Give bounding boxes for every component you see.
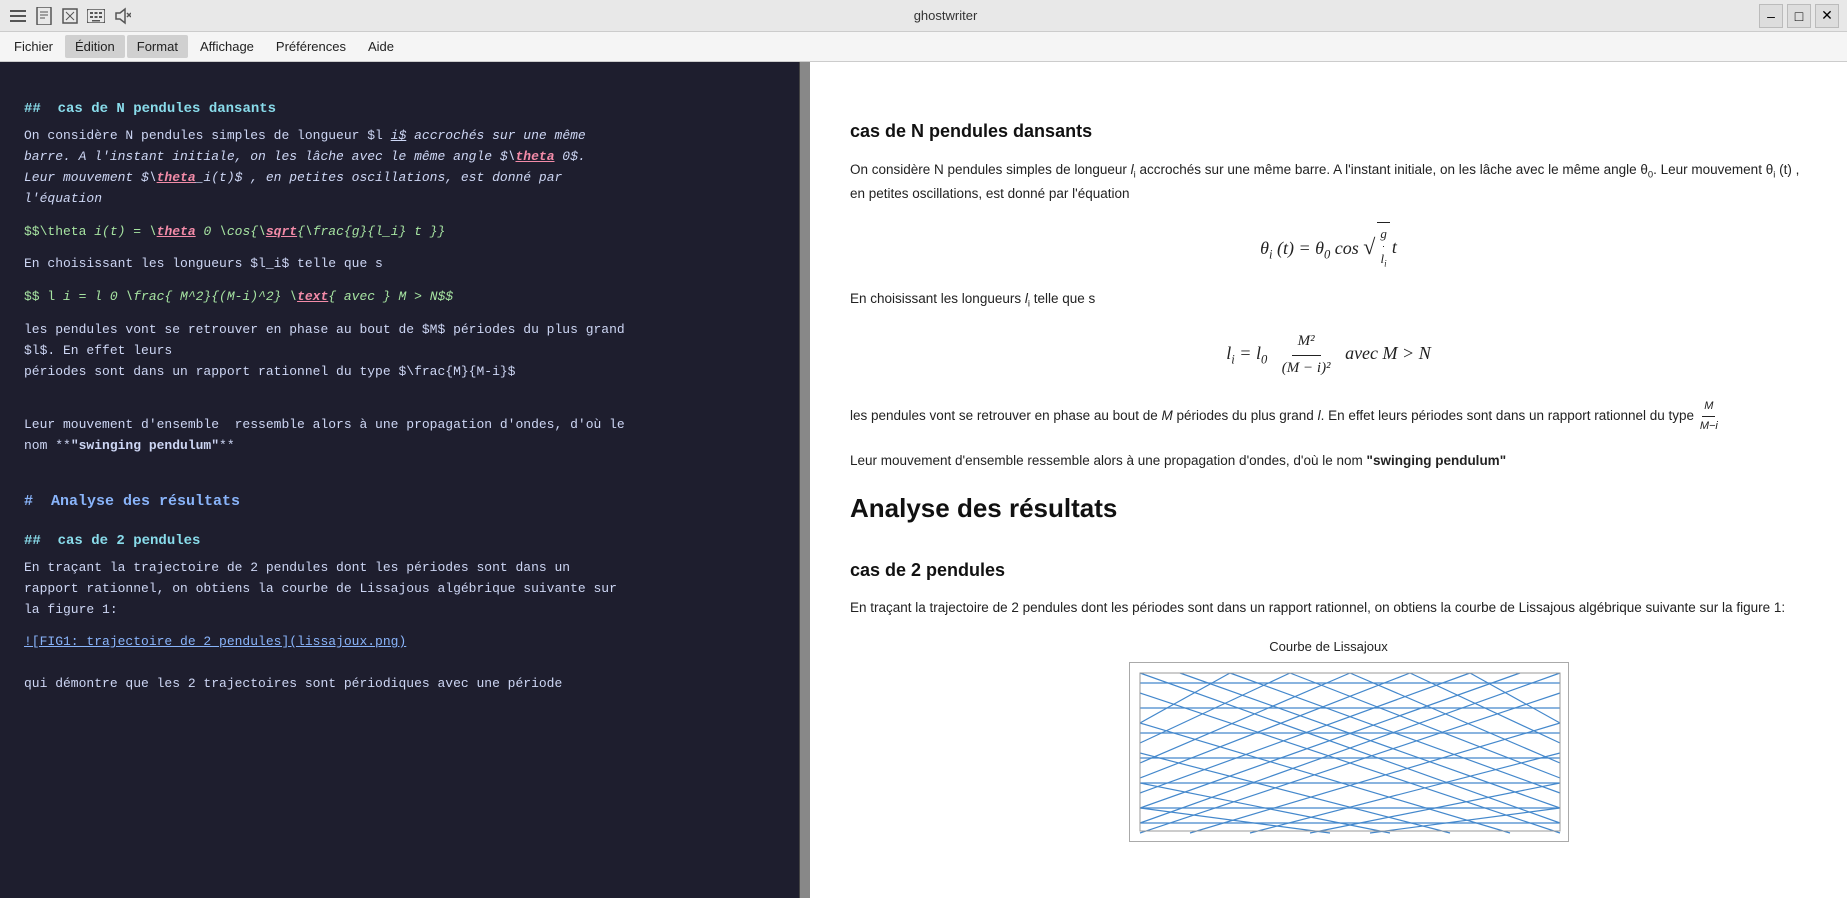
preview-h2-pendules: cas de N pendules dansants bbox=[850, 116, 1807, 147]
menu-aide[interactable]: Aide bbox=[358, 35, 404, 58]
menu-affichage[interactable]: Affichage bbox=[190, 35, 264, 58]
preview-pane[interactable]: cas de N pendules dansants On considère … bbox=[810, 62, 1847, 898]
editor-para-3: les pendules vont se retrouver en phase … bbox=[24, 320, 775, 382]
editor-content: ## cas de N pendules dansants On considè… bbox=[24, 98, 775, 695]
app-title: ghostwriter bbox=[140, 8, 1751, 23]
document-icon[interactable] bbox=[34, 6, 54, 26]
restore-button[interactable]: □ bbox=[1787, 4, 1811, 28]
editor-pane[interactable]: ## cas de N pendules dansants On considè… bbox=[0, 62, 800, 898]
menu-preferences[interactable]: Préférences bbox=[266, 35, 356, 58]
pane-divider[interactable] bbox=[800, 62, 810, 898]
preview-para-1: On considère N pendules simples de longu… bbox=[850, 159, 1807, 207]
mute-icon[interactable] bbox=[112, 6, 132, 26]
editor-para-1: On considère N pendules simples de longu… bbox=[24, 126, 775, 209]
window-controls: – □ ✕ bbox=[1759, 4, 1839, 28]
titlebar: ghostwriter – □ ✕ bbox=[0, 0, 1847, 32]
menu-edition[interactable]: Édition bbox=[65, 35, 125, 58]
editor-para-2: En choisissant les longueurs $l_i$ telle… bbox=[24, 254, 775, 275]
keyboard-icon[interactable] bbox=[86, 6, 106, 26]
preview-h2-2pendules: cas de 2 pendules bbox=[850, 555, 1807, 586]
editor-para-4: Leur mouvement d'ensemble ressemble alor… bbox=[24, 415, 775, 457]
expand-icon[interactable] bbox=[60, 6, 80, 26]
main-container: ## cas de N pendules dansants On considè… bbox=[0, 62, 1847, 898]
menu-format[interactable]: Format bbox=[127, 35, 188, 58]
titlebar-icons bbox=[8, 6, 132, 26]
close-button[interactable]: ✕ bbox=[1815, 4, 1839, 28]
menu-icon[interactable] bbox=[8, 6, 28, 26]
preview-para-5: En traçant la trajectoire de 2 pendules … bbox=[850, 597, 1807, 620]
editor-formula-1: $$\theta i(t) = \theta 0 \cos{\sqrt{\fra… bbox=[24, 222, 775, 243]
preview-para-2: En choisissant les longueurs li telle qu… bbox=[850, 288, 1807, 313]
menu-fichier[interactable]: Fichier bbox=[4, 35, 63, 58]
editor-para-6: qui démontre que les 2 trajectoires sont… bbox=[24, 674, 775, 695]
editor-h1-analyse: # Analyse des résultats bbox=[24, 490, 775, 514]
preview-para-4: Leur mouvement d'ensemble ressemble alor… bbox=[850, 450, 1807, 473]
preview-formula-1: θi (t) = θ0 cos √ g li t bbox=[850, 222, 1807, 272]
swinging-pendulum-bold: "swinging pendulum" bbox=[1367, 453, 1507, 468]
preview-formula-2: li = l0 M² (M − i)² avec M > N bbox=[850, 329, 1807, 381]
preview-h1-analyse: Analyse des résultats bbox=[850, 486, 1807, 530]
menubar: Fichier Édition Format Affichage Préfére… bbox=[0, 32, 1847, 62]
lissajoux-chart: Courbe de Lissajoux 0.4 0.3 0.2 0.1 0.0 bbox=[850, 636, 1807, 842]
editor-h2-2pendules: ## cas de 2 pendules bbox=[24, 530, 775, 552]
editor-h2-pendules: ## cas de N pendules dansants bbox=[24, 98, 775, 120]
editor-image-link: ![FIG1: trajectoire de 2 pendules](lissa… bbox=[24, 632, 775, 653]
chart-svg-area: 0.4 0.3 0.2 0.1 0.0 bbox=[1129, 662, 1569, 842]
preview-para-3: les pendules vont se retrouver en phase … bbox=[850, 397, 1807, 435]
editor-para-5: En traçant la trajectoire de 2 pendules … bbox=[24, 558, 775, 620]
minimize-button[interactable]: – bbox=[1759, 4, 1783, 28]
editor-formula-2: $$ l i = l 0 \frac{ M^2}{(M-i)^2} \text{… bbox=[24, 287, 775, 308]
chart-title: Courbe de Lissajoux bbox=[1269, 636, 1388, 658]
